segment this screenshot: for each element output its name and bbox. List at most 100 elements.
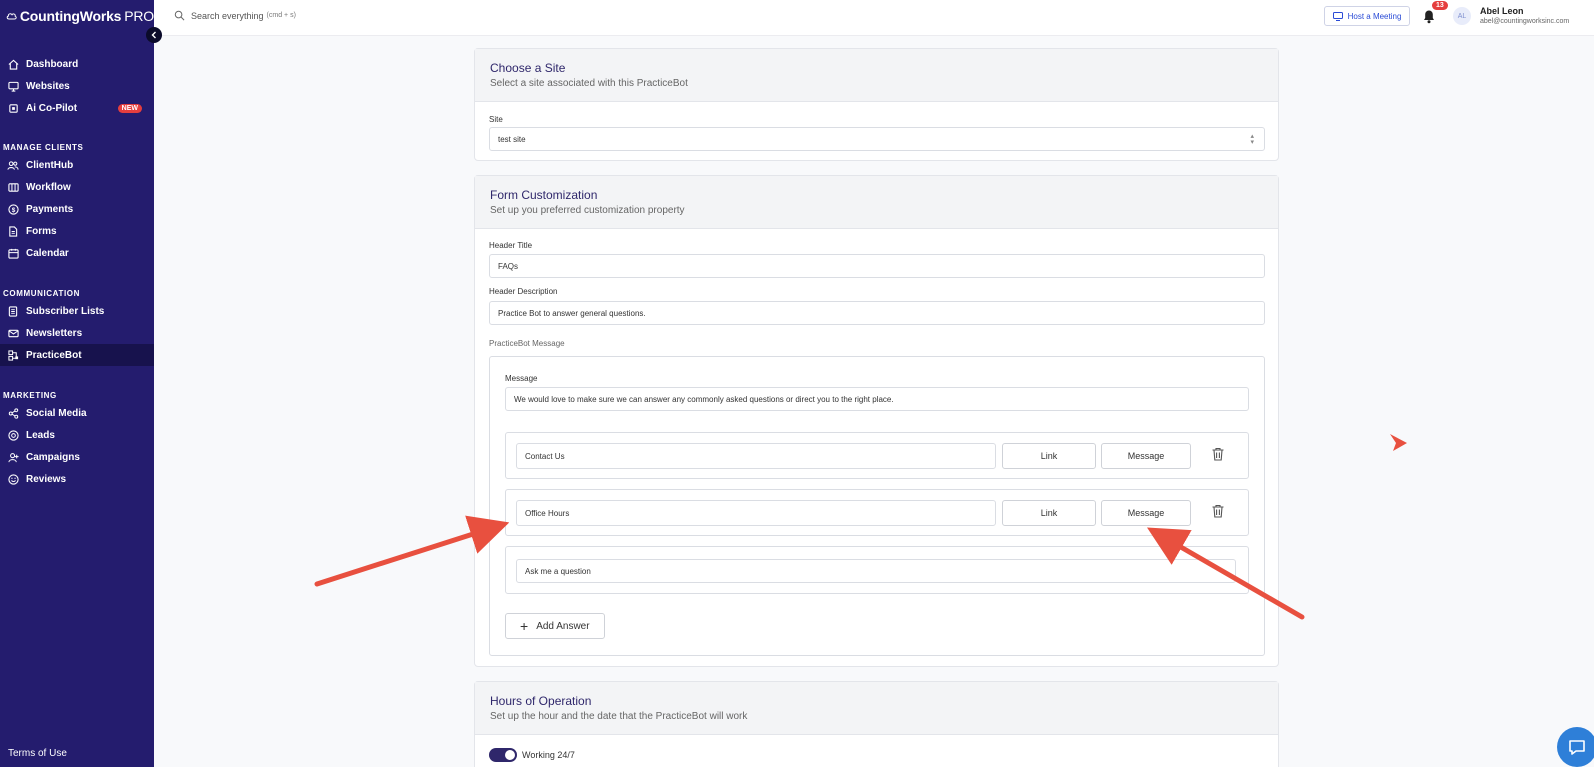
- sidebar-item-label: Forms: [26, 225, 57, 237]
- search-shortcut-hint: (cmd + s): [266, 12, 296, 19]
- screen-share-icon: [1332, 11, 1343, 21]
- practicebot-message-label: PracticeBot Message: [489, 339, 565, 348]
- brand-name: CountingWorks: [19, 8, 122, 24]
- monitor-icon: [6, 79, 20, 93]
- trash-icon[interactable]: [1210, 446, 1226, 462]
- answer-input[interactable]: Office Hours: [516, 500, 996, 526]
- sidebar-collapse-button[interactable]: [146, 27, 162, 43]
- sidebar-item-websites[interactable]: Websites: [0, 75, 154, 97]
- search-icon: [174, 10, 185, 21]
- header-description-input[interactable]: Practice Bot to answer general questions…: [489, 301, 1265, 325]
- plus-icon: +: [520, 618, 529, 634]
- user-email: abel@countingworksinc.com: [1480, 18, 1570, 25]
- host-meeting-button[interactable]: Host a Meeting: [1324, 6, 1410, 26]
- section-manage-clients: MANAGE CLIENTS: [3, 143, 84, 152]
- document-icon: [6, 224, 20, 238]
- sidebar-item-dashboard[interactable]: Dashboard: [0, 53, 154, 75]
- card-subtitle: Select a site associated with this Pract…: [490, 78, 688, 89]
- annotation-arrow-left: [314, 515, 510, 587]
- site-select-value: test site: [498, 134, 526, 144]
- answer-link-button[interactable]: Link: [1002, 443, 1096, 469]
- choose-site-card: Choose a Site Select a site associated w…: [474, 48, 1279, 161]
- chat-launcher-button[interactable]: [1557, 727, 1594, 767]
- sidebar-item-clienthub[interactable]: ClientHub: [0, 154, 154, 176]
- sidebar-item-subscriber-lists[interactable]: Subscriber Lists: [0, 300, 154, 322]
- sidebar-item-campaigns[interactable]: Campaigns: [0, 446, 154, 468]
- site-label: Site: [489, 115, 503, 124]
- sidebar-item-label: Websites: [26, 80, 70, 92]
- annotation-pointer: [1390, 434, 1407, 451]
- working-24-7-label: Working 24/7: [522, 750, 575, 760]
- add-answer-label: Add Answer: [536, 620, 590, 632]
- add-answer-button[interactable]: + Add Answer: [505, 613, 605, 639]
- sidebar-item-label: Workflow: [26, 181, 71, 193]
- terms-of-use-link[interactable]: Terms of Use: [8, 748, 67, 759]
- answer-row: Office Hours Link Message: [505, 489, 1249, 536]
- header-title-input[interactable]: FAQs: [489, 254, 1265, 278]
- answer-message-button[interactable]: Message: [1101, 500, 1191, 526]
- select-caret-icon: ▴ ▾: [1250, 133, 1254, 146]
- sidebar-item-label: Reviews: [26, 473, 67, 485]
- search-text: Search everything: [191, 10, 264, 21]
- site-select[interactable]: test site ▴ ▾: [489, 127, 1265, 151]
- answer-input[interactable]: Contact Us: [516, 443, 996, 469]
- sidebar-item-label: Calendar: [26, 247, 69, 259]
- sidebar-item-calendar[interactable]: Calendar: [0, 242, 154, 264]
- bot-icon: [6, 348, 20, 362]
- calendar-icon: [6, 246, 20, 260]
- sidebar: CountingWorks PRO Dashboard Websites Ai …: [0, 0, 154, 767]
- trash-icon[interactable]: [1210, 503, 1226, 519]
- svg-text:$: $: [11, 206, 15, 213]
- notification-count-badge: 13: [1432, 1, 1448, 10]
- dollar-icon: $: [6, 202, 20, 216]
- answer-message-button[interactable]: Message: [1101, 443, 1191, 469]
- card-title: Choose a Site: [490, 61, 566, 75]
- user-plus-icon: [6, 450, 20, 464]
- card-subtitle: Set up you preferred customization prope…: [490, 205, 685, 216]
- chip-icon: [6, 101, 20, 115]
- sidebar-item-label: Newsletters: [26, 327, 83, 339]
- sidebar-item-label: Social Media: [26, 407, 87, 419]
- sidebar-item-label: PracticeBot: [26, 349, 82, 361]
- sidebar-item-social-media[interactable]: Social Media: [0, 402, 154, 424]
- avatar[interactable]: AL: [1453, 7, 1471, 25]
- card-title: Form Customization: [490, 188, 598, 202]
- header-description-label: Header Description: [489, 287, 558, 296]
- choose-site-header: Choose a Site Select a site associated w…: [475, 49, 1278, 102]
- sidebar-item-forms[interactable]: Forms: [0, 220, 154, 242]
- sidebar-item-payments[interactable]: $ Payments: [0, 198, 154, 220]
- header-title-label: Header Title: [489, 241, 533, 250]
- chat-bubble-icon: [1569, 740, 1585, 755]
- cloud-logo-icon: [6, 13, 17, 20]
- user-name[interactable]: Abel Leon: [1480, 6, 1524, 16]
- sidebar-item-ai-co-pilot[interactable]: Ai Co-Pilot NEW: [0, 97, 154, 119]
- sidebar-item-newsletters[interactable]: Newsletters: [0, 322, 154, 344]
- hours-of-operation-card: Hours of Operation Set up the hour and t…: [474, 681, 1279, 767]
- mail-icon: [6, 326, 20, 340]
- home-icon: [6, 57, 20, 71]
- sidebar-item-leads[interactable]: Leads: [0, 424, 154, 446]
- sidebar-item-practicebot[interactable]: PracticeBot: [0, 344, 154, 366]
- smile-icon: [6, 472, 20, 486]
- working-24-7-toggle[interactable]: [489, 748, 517, 762]
- sidebar-item-reviews[interactable]: Reviews: [0, 468, 154, 490]
- global-search[interactable]: Search everything (cmd + s): [174, 10, 296, 21]
- message-label: Message: [505, 374, 538, 383]
- ask-question-input[interactable]: Ask me a question: [516, 559, 1236, 583]
- host-meeting-label: Host a Meeting: [1347, 11, 1402, 21]
- section-communication: COMMUNICATION: [3, 289, 80, 298]
- brand-logo[interactable]: CountingWorks PRO: [0, 0, 154, 32]
- chevron-left-icon: [151, 31, 156, 39]
- hours-header: Hours of Operation Set up the hour and t…: [475, 682, 1278, 735]
- bell-icon: [1424, 10, 1434, 24]
- form-customization-card: Form Customization Set up you preferred …: [474, 175, 1279, 667]
- sidebar-item-workflow[interactable]: Workflow: [0, 176, 154, 198]
- columns-icon: [6, 180, 20, 194]
- message-input[interactable]: We would love to make sure we can answer…: [505, 387, 1249, 411]
- section-marketing: MARKETING: [3, 391, 57, 400]
- sidebar-item-label: Subscriber Lists: [26, 305, 105, 317]
- notifications-button[interactable]: [1422, 8, 1436, 29]
- answer-link-button[interactable]: Link: [1002, 500, 1096, 526]
- sidebar-item-label: Payments: [26, 203, 74, 215]
- ask-question-row: Ask me a question: [505, 546, 1249, 594]
